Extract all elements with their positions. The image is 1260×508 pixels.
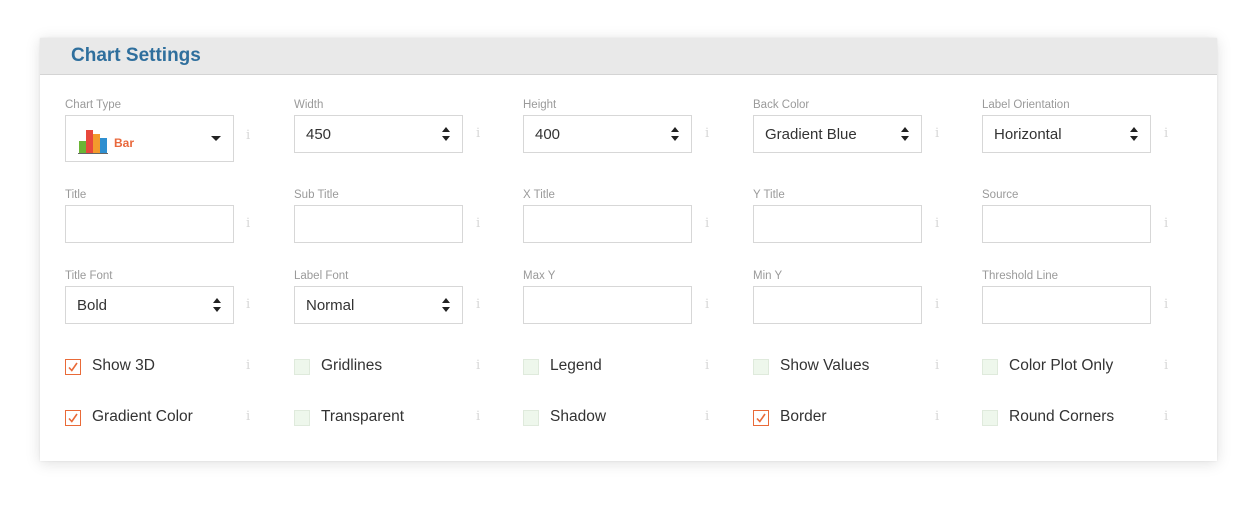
threshold-line-label: Threshold Line [982, 270, 1059, 282]
checkbox-label: Gridlines [321, 357, 383, 374]
checkbox-label: Show 3D [92, 357, 155, 374]
up-down-spinner-icon [442, 298, 450, 312]
y-title-input[interactable] [753, 205, 922, 243]
info-icon[interactable]: i [935, 297, 939, 312]
checkbox-label: Legend [550, 357, 602, 374]
min-y-input[interactable] [753, 286, 922, 324]
checkbox[interactable] [65, 410, 81, 426]
panel-header: Chart Settings [40, 38, 1217, 75]
x-title-input[interactable] [523, 205, 692, 243]
checkmark-icon [756, 413, 766, 423]
info-icon[interactable]: i [935, 126, 939, 141]
info-icon[interactable]: i [705, 216, 709, 231]
checkbox[interactable] [753, 359, 769, 375]
checkbox-label: Border [780, 408, 827, 425]
info-icon[interactable]: i [246, 128, 250, 143]
info-icon[interactable]: i [705, 358, 709, 373]
checkbox[interactable] [65, 359, 81, 375]
title-input[interactable] [65, 205, 234, 243]
info-icon[interactable]: i [246, 409, 250, 424]
up-down-spinner-icon [1130, 127, 1138, 141]
label-orientation-label: Label Orientation [982, 99, 1070, 111]
checkbox[interactable] [982, 410, 998, 426]
source-input[interactable] [982, 205, 1151, 243]
up-down-spinner-icon [671, 127, 679, 141]
info-icon[interactable]: i [1164, 409, 1168, 424]
height-value: 400 [535, 126, 561, 143]
checkbox[interactable] [982, 359, 998, 375]
source-label: Source [982, 189, 1019, 201]
min-y-label: Min Y [753, 270, 783, 282]
checkbox-label: Color Plot Only [1009, 357, 1114, 374]
sub-title-label: Sub Title [294, 189, 339, 201]
chart-settings-panel: Chart Settings Chart Type Bar i Width 45… [40, 38, 1217, 461]
y-title-label: Y Title [753, 189, 785, 201]
title-font-label: Title Font [65, 270, 113, 282]
checkbox-label: Transparent [321, 408, 404, 425]
checkbox[interactable] [294, 410, 310, 426]
chart-type-select[interactable]: Bar [65, 115, 234, 162]
up-down-spinner-icon [442, 127, 450, 141]
info-icon[interactable]: i [1164, 216, 1168, 231]
caret-down-icon [211, 136, 221, 141]
max-y-label: Max Y [523, 270, 556, 282]
checkbox[interactable] [523, 359, 539, 375]
info-icon[interactable]: i [246, 358, 250, 373]
title-font-select[interactable]: Bold [65, 286, 234, 324]
title-label: Title [65, 189, 87, 201]
checkmark-icon [68, 413, 78, 423]
checkbox[interactable] [294, 359, 310, 375]
info-icon[interactable]: i [476, 216, 480, 231]
info-icon[interactable]: i [1164, 297, 1168, 312]
info-icon[interactable]: i [246, 297, 250, 312]
info-icon[interactable]: i [476, 358, 480, 373]
width-label: Width [294, 99, 324, 111]
label-orientation-select[interactable]: Horizontal [982, 115, 1151, 153]
back-color-select[interactable]: Gradient Blue [753, 115, 922, 153]
info-icon[interactable]: i [476, 297, 480, 312]
height-select[interactable]: 400 [523, 115, 692, 153]
info-icon[interactable]: i [476, 126, 480, 141]
chart-type-label: Chart Type [65, 99, 122, 111]
checkbox-label: Round Corners [1009, 408, 1115, 425]
back-color-label: Back Color [753, 99, 810, 111]
info-icon[interactable]: i [705, 126, 709, 141]
info-icon[interactable]: i [476, 409, 480, 424]
threshold-line-input[interactable] [982, 286, 1151, 324]
info-icon[interactable]: i [935, 409, 939, 424]
x-title-label: X Title [523, 189, 555, 201]
label-font-value: Normal [306, 297, 355, 314]
info-icon[interactable]: i [935, 358, 939, 373]
info-icon[interactable]: i [246, 216, 250, 231]
up-down-spinner-icon [213, 298, 221, 312]
sub-title-input[interactable] [294, 205, 463, 243]
checkmark-icon [68, 362, 78, 372]
width-select[interactable]: 450 [294, 115, 463, 153]
checkbox[interactable] [523, 410, 539, 426]
label-font-label: Label Font [294, 270, 349, 282]
checkbox[interactable] [753, 410, 769, 426]
chart-type-value: Bar [114, 136, 135, 150]
panel-title: Chart Settings [71, 45, 201, 66]
max-y-input[interactable] [523, 286, 692, 324]
width-value: 450 [306, 126, 332, 143]
label-orientation-value: Horizontal [994, 126, 1062, 143]
info-icon[interactable]: i [935, 216, 939, 231]
up-down-spinner-icon [901, 127, 909, 141]
label-font-select[interactable]: Normal [294, 286, 463, 324]
info-icon[interactable]: i [1164, 358, 1168, 373]
bar-chart-icon [78, 130, 108, 154]
checkbox-label: Shadow [550, 408, 607, 425]
back-color-value: Gradient Blue [765, 126, 857, 143]
checkbox-label: Show Values [780, 357, 870, 374]
title-font-value: Bold [77, 297, 108, 314]
height-label: Height [523, 99, 557, 111]
info-icon[interactable]: i [705, 297, 709, 312]
info-icon[interactable]: i [705, 409, 709, 424]
checkbox-label: Gradient Color [92, 408, 193, 425]
info-icon[interactable]: i [1164, 126, 1168, 141]
